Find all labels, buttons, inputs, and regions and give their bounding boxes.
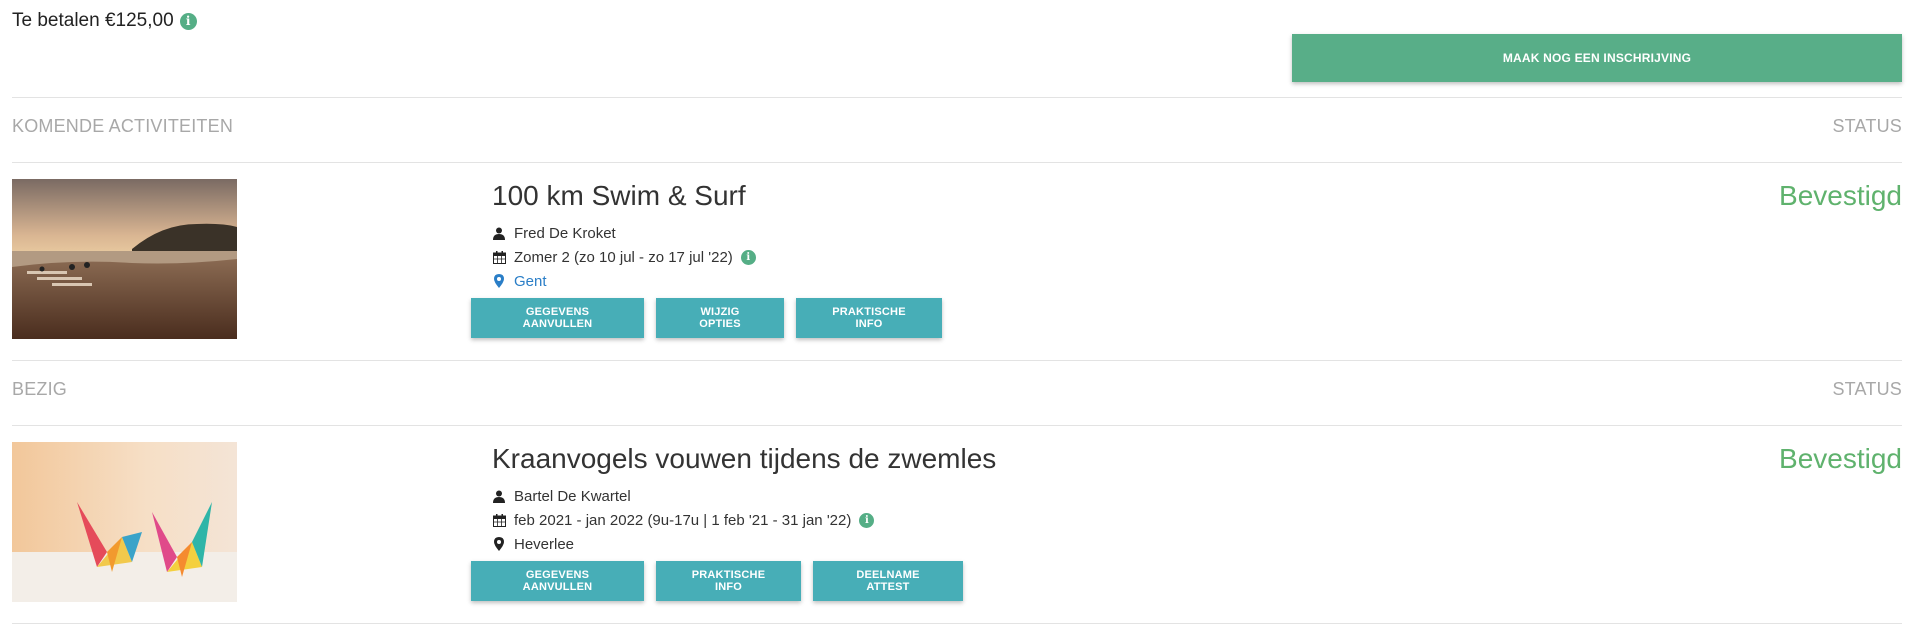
divider [12,425,1902,426]
activity-image-beach[interactable] [12,179,237,339]
activity-details: 100 km Swim & Surf Fred De Kroket Zomer … [492,179,756,293]
divider [12,162,1902,163]
map-marker-icon [492,274,506,288]
activity-title[interactable]: Kraanvogels vouwen tijdens de zwemles [492,442,996,476]
change-options-button[interactable]: WIJZIG OPTIES [656,298,784,338]
participant-row: Fred De Kroket [492,221,756,245]
status-badge: Bevestigd [1779,180,1902,211]
complete-details-button[interactable]: GEGEVENS AANVULLEN [471,298,644,338]
period-row: feb 2021 - jan 2022 (9u-17u | 1 feb '21 … [492,508,996,532]
status-column-header: STATUS [1832,116,1902,136]
location-row: Heverlee [492,532,996,556]
status-column-header: STATUS [1832,379,1902,399]
info-icon[interactable]: i [179,12,197,30]
practical-info-button[interactable]: PRAKTISCHE INFO [656,561,801,601]
activity-image-origami-cranes[interactable] [12,442,237,602]
info-icon[interactable]: i [740,249,756,265]
participant-row: Bartel De Kwartel [492,484,996,508]
user-icon [492,227,506,240]
divider [12,360,1902,361]
section-header-upcoming: KOMENDE ACTIVITEITEN STATUS [12,116,1902,137]
period-row: Zomer 2 (zo 10 jul - zo 17 jul '22) i [492,245,756,269]
period-text: feb 2021 - jan 2022 (9u-17u | 1 feb '21 … [514,511,852,529]
activity-actions: GEGEVENS AANVULLEN PRAKTISCHE INFO DEELN… [471,561,963,601]
map-marker-icon [492,537,506,551]
section-title: BEZIG [12,379,68,399]
location-link[interactable]: Gent [514,273,547,290]
activity-card: 100 km Swim & Surf Fred De Kroket Zomer … [12,179,1902,339]
payment-summary: Te betalen €125,00 i [12,10,197,32]
participant-name: Bartel De Kwartel [514,487,631,505]
practical-info-button[interactable]: PRAKTISCHE INFO [796,298,942,338]
activity-title[interactable]: 100 km Swim & Surf [492,179,756,213]
amount-due-label: Te betalen €125,00 [12,10,174,31]
activity-actions: GEGEVENS AANVULLEN WIJZIG OPTIES PRAKTIS… [471,298,942,338]
calendar-icon [492,250,506,264]
location-row[interactable]: Gent [492,269,756,293]
divider [12,623,1902,624]
period-text: Zomer 2 (zo 10 jul - zo 17 jul '22) [514,248,733,266]
user-icon [492,490,506,503]
complete-details-button[interactable]: GEGEVENS AANVULLEN [471,561,644,601]
location-text: Heverlee [514,535,575,553]
participation-certificate-button[interactable]: DEELNAME ATTEST [813,561,963,601]
section-title: KOMENDE ACTIVITEITEN [12,116,234,136]
new-registration-button[interactable]: MAAK NOG EEN INSCHRIJVING [1292,34,1902,82]
divider [12,97,1902,98]
calendar-icon [492,513,506,527]
section-header-ongoing: BEZIG STATUS [12,379,1902,400]
activity-details: Kraanvogels vouwen tijdens de zwemles Ba… [492,442,996,556]
participant-name: Fred De Kroket [514,224,616,242]
status-badge: Bevestigd [1779,443,1902,474]
info-icon[interactable]: i [859,512,875,528]
